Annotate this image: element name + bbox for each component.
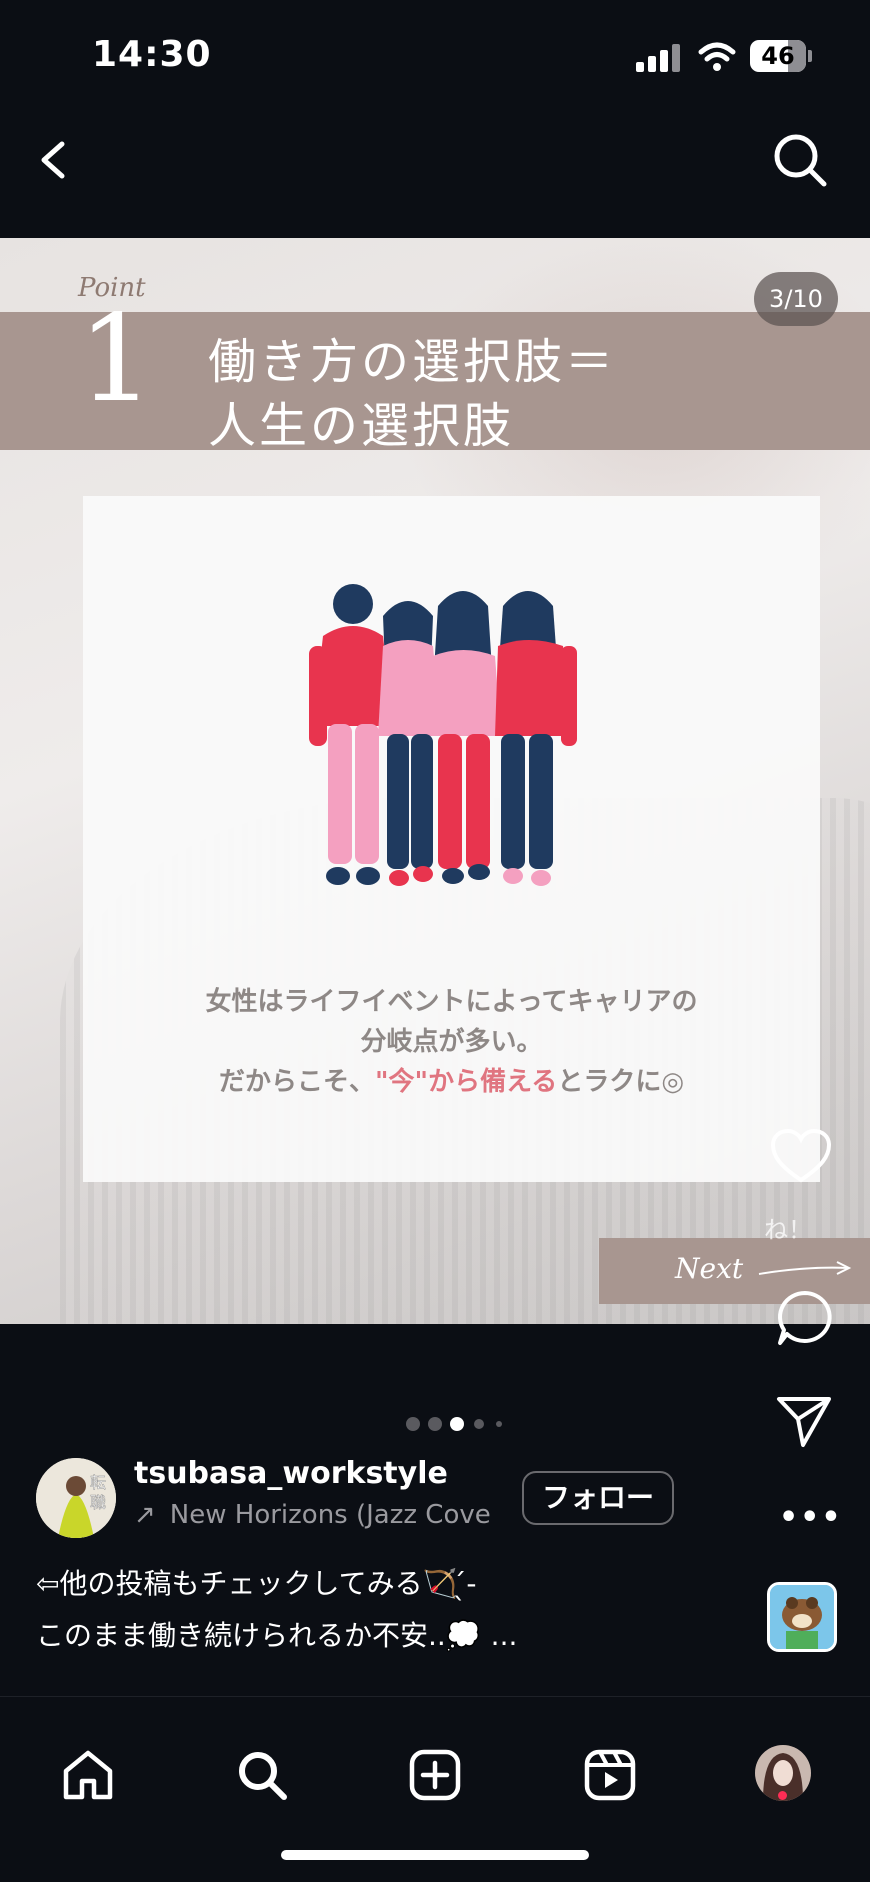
- music-thumbnail[interactable]: [767, 1582, 837, 1652]
- point-number: 1: [78, 290, 155, 429]
- four-women-illustration: [309, 584, 577, 886]
- like-label: ね！: [764, 1216, 812, 1244]
- home-icon[interactable]: [58, 1745, 118, 1805]
- caption-more[interactable]: ...: [491, 1619, 518, 1652]
- arrow-right-icon: [758, 1261, 852, 1275]
- caption-line-1: ⇦他の投稿もチェックしてみる🏹 ̖́-: [36, 1567, 477, 1600]
- next-label: Next: [675, 1252, 744, 1285]
- message-emphasis: "今"から備える: [375, 1067, 558, 1097]
- battery-indicator: 46: [750, 40, 806, 72]
- music-arrow-icon: ↗: [134, 1500, 156, 1530]
- notification-dot-marker: [778, 1791, 787, 1800]
- battery-cap: [808, 50, 812, 62]
- comment-button[interactable]: [775, 1288, 835, 1348]
- message-line-1: 女性はライフイベントによってキャリアの: [205, 987, 698, 1017]
- music-title: New Horizons (Jazz Cove: [169, 1500, 491, 1530]
- message-line-2: 分岐点が多い。: [360, 1027, 543, 1057]
- reels-icon[interactable]: [580, 1745, 640, 1805]
- carousel-counter: 3/10: [754, 272, 838, 326]
- follow-button[interactable]: フォロー: [522, 1471, 674, 1525]
- status-time: 14:30: [92, 34, 212, 75]
- more-options-button[interactable]: •••: [779, 1500, 843, 1535]
- card-message: 女性はライフイベントによってキャリアの 分岐点が多い。 だからこそ、"今"から備…: [83, 982, 820, 1102]
- music-info[interactable]: ↗ New Horizons (Jazz Cove: [134, 1500, 494, 1530]
- svg-text:転: 転: [90, 1473, 106, 1492]
- home-indicator: [281, 1850, 589, 1860]
- avatar[interactable]: 転 職: [36, 1458, 116, 1538]
- headline-line-2: 人生の選択肢: [208, 398, 515, 454]
- headline-line-1: 働き方の選択肢＝: [208, 334, 617, 390]
- back-button[interactable]: [30, 130, 80, 190]
- carousel-dots: [404, 1414, 504, 1434]
- search-icon[interactable]: [770, 130, 830, 190]
- caption-line-2[interactable]: このまま働き続けられるか不安..💭...: [36, 1614, 517, 1654]
- share-button[interactable]: [775, 1393, 833, 1449]
- search-tab-icon[interactable]: [232, 1745, 292, 1805]
- post-image[interactable]: Point 1 働き方の選択肢＝ 人生の選択肢 3/10 女性はライフイベントに…: [0, 238, 870, 1324]
- create-icon[interactable]: [405, 1745, 465, 1805]
- message-line-3: だからこそ、"今"から備えるとラクに◎: [218, 1067, 684, 1097]
- svg-text:職: 職: [90, 1493, 106, 1512]
- like-button[interactable]: [770, 1128, 832, 1184]
- username[interactable]: tsubasa_workstyle: [134, 1456, 448, 1491]
- wifi-icon: [698, 42, 736, 71]
- content-card: 女性はライフイベントによってキャリアの 分岐点が多い。 だからこそ、"今"から備…: [83, 496, 820, 1182]
- cellular-signal-icon: [636, 44, 680, 72]
